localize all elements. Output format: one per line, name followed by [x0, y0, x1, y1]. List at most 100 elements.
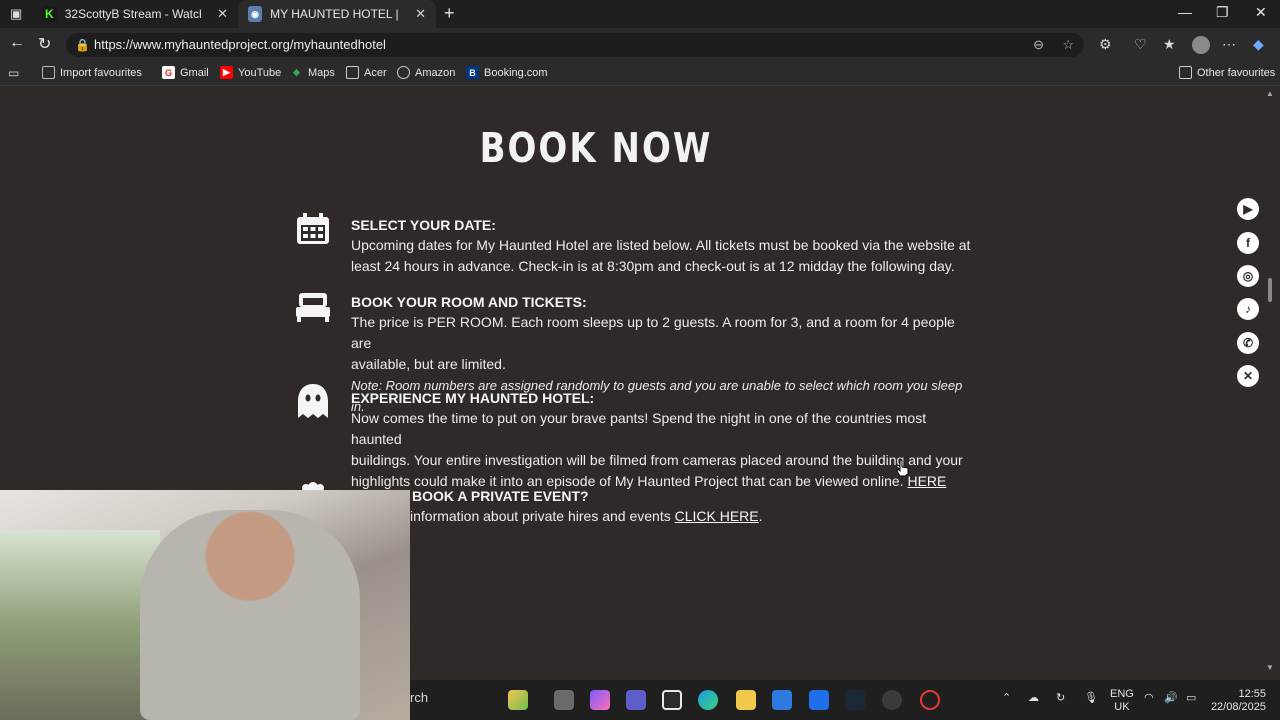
teams-icon[interactable]	[626, 690, 646, 710]
whatsapp-icon[interactable]: ✆	[1237, 332, 1259, 354]
tab-title: 32ScottyB Stream - Watch Live o	[64, 7, 201, 21]
bookmark-label: YouTube	[238, 66, 282, 79]
sync-icon[interactable]: ↻	[1056, 692, 1065, 705]
tab-scottyb-stream[interactable]: K 32ScottyB Stream - Watch Live o ✕	[32, 0, 238, 28]
body-line: available, but are limited.	[351, 356, 506, 372]
webcam-person	[140, 510, 360, 720]
capture-icon[interactable]	[662, 690, 682, 710]
gmail-icon: G	[162, 66, 175, 79]
favourites-icon[interactable]: ★	[1163, 36, 1176, 53]
language-indicator[interactable]: ENG UK	[1110, 688, 1134, 714]
scrollbar-thumb[interactable]	[1268, 278, 1272, 302]
restore-icon[interactable]: ❐	[1216, 4, 1229, 21]
section-body-private-event: information about private hires and even…	[410, 506, 1030, 527]
site-icon: ◉	[248, 6, 263, 22]
back-icon[interactable]: ←	[9, 34, 25, 52]
weather-widget-icon[interactable]	[508, 690, 528, 710]
youtube-icon[interactable]: ▶	[1237, 198, 1259, 220]
wifi-icon[interactable]: ◠	[1144, 692, 1154, 705]
region-code: UK	[1114, 701, 1130, 713]
app-icon[interactable]	[882, 690, 902, 710]
calendar-icon	[297, 213, 329, 244]
url-text: https://www.myhauntedproject.org/myhaunt…	[94, 37, 386, 52]
booking-icon: B	[466, 66, 479, 79]
x-icon[interactable]: ✕	[1237, 365, 1259, 387]
page-title: BOOK NOW	[479, 125, 713, 173]
copilot-app-icon[interactable]	[590, 690, 610, 710]
more-menu-icon[interactable]: ⋯	[1222, 36, 1236, 53]
microphone-icon[interactable]: 🎙	[1084, 692, 1098, 705]
bookmark-acer[interactable]: Acer	[346, 66, 387, 79]
close-tab-icon[interactable]: ✕	[217, 6, 228, 22]
favourite-star-icon[interactable]: ☆	[1062, 33, 1074, 57]
facebook-icon[interactable]: f	[1237, 232, 1259, 254]
task-view-icon[interactable]	[554, 690, 574, 710]
tab-my-haunted-hotel[interactable]: ◉ MY HAUNTED HOTEL | My Haunte ✕	[238, 0, 436, 28]
section-body-select-date: Upcoming dates for My Haunted Hotel are …	[351, 235, 971, 277]
edge-icon[interactable]	[698, 690, 718, 710]
kick-icon: K	[42, 6, 57, 22]
url-field[interactable]: 🔒 https://www.myhauntedproject.org/myhau…	[66, 33, 1084, 57]
chevron-up-icon[interactable]: ⌃	[1002, 692, 1011, 705]
volume-icon[interactable]: 🔊	[1164, 692, 1178, 705]
browser-essentials-icon[interactable]: ♡	[1134, 36, 1147, 53]
new-tab-button[interactable]: +	[444, 3, 455, 24]
other-favourites[interactable]: Other favourites	[1179, 66, 1275, 79]
ghost-icon	[298, 384, 328, 418]
battery-icon[interactable]: ▭	[1186, 692, 1196, 705]
section-title-private-event: BOOK A PRIVATE EVENT?	[412, 488, 589, 504]
refresh-icon[interactable]: ↻	[38, 34, 51, 54]
bookmark-label: Acer	[364, 66, 387, 79]
tab-title: MY HAUNTED HOTEL | My Haunte	[270, 7, 399, 21]
bookmarks-bar: ▭ Import favourites G Gmail ▶ YouTube ◆ …	[0, 62, 1280, 86]
bookmark-label: Gmail	[180, 66, 209, 79]
youtube-icon: ▶	[220, 66, 233, 79]
steam-icon[interactable]	[845, 690, 865, 710]
bookmark-maps[interactable]: ◆ Maps	[290, 66, 335, 79]
bookmark-label: Booking.com	[484, 66, 548, 79]
sidebar-toggle-icon[interactable]: ▣	[10, 6, 22, 22]
title-bar: ▣ K 32ScottyB Stream - Watch Live o ✕ ◉ …	[0, 0, 1280, 28]
onedrive-icon[interactable]: ☁	[1028, 692, 1039, 705]
store-icon[interactable]	[772, 690, 792, 710]
app-icon[interactable]	[809, 690, 829, 710]
bookmark-import-favourites[interactable]: Import favourites	[42, 66, 142, 79]
section-title-experience: EXPERIENCE MY HAUNTED HOTEL:	[351, 390, 595, 406]
scroll-down-icon[interactable]: ▼	[1266, 663, 1274, 672]
here-link[interactable]: HERE	[907, 473, 946, 489]
close-window-icon[interactable]: ✕	[1255, 4, 1267, 21]
bookmark-gmail[interactable]: G Gmail	[162, 66, 209, 79]
minimize-icon[interactable]: —	[1178, 4, 1192, 20]
body-line: The price is PER ROOM. Each room sleeps …	[351, 314, 955, 351]
click-here-link[interactable]: CLICK HERE	[675, 508, 759, 524]
file-explorer-icon[interactable]	[736, 690, 756, 710]
bookmark-amazon[interactable]: Amazon	[397, 66, 455, 79]
folder-icon	[346, 66, 359, 79]
tiktok-icon[interactable]: ♪	[1237, 298, 1259, 320]
webcam-background-window	[0, 530, 160, 720]
app-icon[interactable]	[920, 690, 940, 710]
folder-icon	[1179, 66, 1192, 79]
extensions-icon[interactable]: ⚙	[1099, 36, 1112, 53]
taskbar-search[interactable]: rch	[410, 690, 428, 705]
language-code: ENG	[1110, 688, 1134, 700]
lock-icon: 🔒	[75, 38, 90, 52]
scrollbar[interactable]: ▲ ▼	[1266, 87, 1274, 677]
scroll-up-icon[interactable]: ▲	[1266, 89, 1274, 98]
bookmark-youtube[interactable]: ▶ YouTube	[220, 66, 281, 79]
body-text: information about private hires and even…	[410, 508, 671, 524]
profile-avatar[interactable]	[1192, 36, 1210, 54]
bookmark-booking[interactable]: B Booking.com	[466, 66, 548, 79]
close-tab-icon[interactable]: ✕	[415, 6, 426, 22]
bookmark-label: Import favourites	[60, 66, 142, 79]
clock[interactable]: 12:55 22/08/2025	[1210, 688, 1266, 714]
section-body-experience: Now comes the time to put on your brave …	[351, 408, 971, 492]
instagram-icon[interactable]: ◎	[1237, 265, 1259, 287]
globe-icon	[397, 66, 410, 79]
import-icon	[42, 66, 55, 79]
copilot-icon[interactable]: ◆	[1253, 36, 1264, 53]
reader-icon[interactable]: ⊖	[1033, 33, 1044, 57]
tab-actions-icon[interactable]: ▭	[8, 66, 19, 80]
bookmark-label: Maps	[308, 66, 335, 79]
body-line: Now comes the time to put on your brave …	[351, 410, 927, 447]
